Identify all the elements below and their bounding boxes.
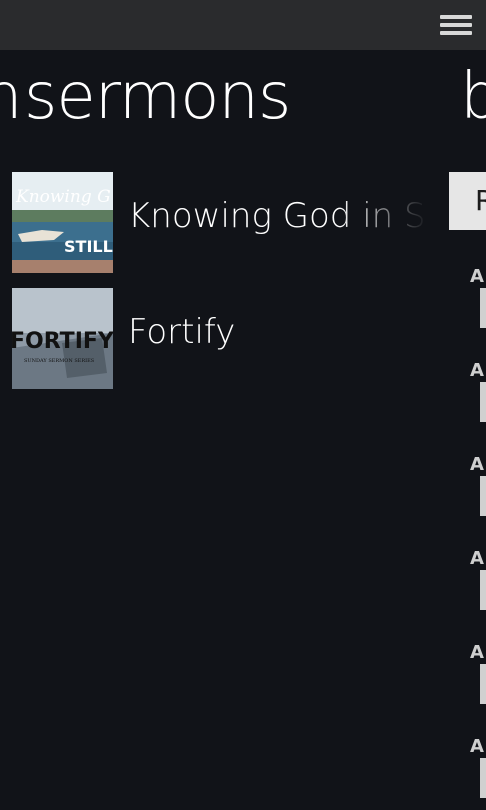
pivot-header-previous[interactable]: n <box>0 60 23 134</box>
sermon-item-fortify[interactable]: FORTIFY SUNDAY SERMON SERIES Fortify <box>12 288 432 389</box>
pivot-header-next[interactable]: b <box>460 60 486 134</box>
thumb-text-bottom: STILLN <box>64 237 113 256</box>
thumb-text-top: FORTIFY <box>12 329 113 354</box>
day-digit <box>480 288 486 328</box>
day-digit <box>480 664 486 704</box>
day-digit <box>480 570 486 610</box>
month-letter: A <box>470 266 484 287</box>
pivot-header-sermons[interactable]: sermons <box>24 60 291 134</box>
month-letter: A <box>470 548 484 569</box>
date-entry: A <box>470 454 486 516</box>
sermon-title: Knowing God in Stillness <box>128 196 428 236</box>
sermon-thumbnail: Knowing G STILLN <box>12 172 113 273</box>
date-entry: A <box>470 548 486 610</box>
sermon-title: Fortify <box>128 312 236 352</box>
thumb-text-bottom: SUNDAY SERMON SERIES <box>24 358 95 364</box>
date-entry: A <box>470 360 486 422</box>
menu-line <box>440 23 472 27</box>
hamburger-menu-icon[interactable] <box>440 13 472 37</box>
next-pivot-button[interactable]: R <box>449 172 486 230</box>
date-entry: A <box>470 736 486 798</box>
app-bar <box>0 0 486 50</box>
month-letter: A <box>470 454 484 475</box>
month-letter: A <box>470 360 484 381</box>
menu-line <box>440 31 472 35</box>
month-letter: A <box>470 642 484 663</box>
sermon-list: Knowing G STILLN Knowing God in Stillnes… <box>12 172 432 404</box>
sermon-item-knowing-god[interactable]: Knowing G STILLN Knowing God in Stillnes… <box>12 172 432 273</box>
date-entry: A <box>470 266 486 328</box>
month-letter: A <box>470 736 484 757</box>
date-entry: A <box>470 642 486 704</box>
sermon-thumbnail: FORTIFY SUNDAY SERMON SERIES <box>12 288 113 389</box>
day-digit <box>480 476 486 516</box>
menu-line <box>440 15 472 19</box>
day-digit <box>480 758 486 798</box>
thumb-text-top: Knowing G <box>15 187 111 207</box>
next-pivot-button-label: R <box>475 184 486 217</box>
day-digit <box>480 382 486 422</box>
